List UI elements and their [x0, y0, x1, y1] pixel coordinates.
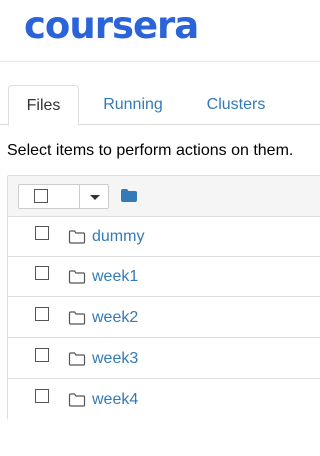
item-checkbox[interactable] — [35, 266, 49, 280]
caret-down-icon — [90, 195, 100, 200]
list-item[interactable]: dummy — [8, 217, 320, 257]
notebook-tabs: Files Running Clusters — [0, 85, 320, 126]
folder-icon — [68, 311, 86, 330]
folder-icon — [68, 270, 86, 289]
folder-link-week4[interactable]: week4 — [92, 390, 138, 410]
folder-link-dummy[interactable]: dummy — [92, 227, 144, 247]
file-list: dummy week1 week2 week3 week4 — [7, 175, 320, 420]
instructions-text: Select items to perform actions on them. — [7, 142, 294, 159]
folder-icon — [68, 393, 86, 412]
item-checkbox[interactable] — [35, 226, 49, 240]
item-checkbox[interactable] — [35, 307, 49, 321]
item-checkbox[interactable] — [35, 348, 49, 362]
list-header — [8, 176, 320, 217]
list-item[interactable]: week2 — [8, 298, 320, 338]
tab-running[interactable]: Running — [88, 85, 178, 125]
select-dropdown-button[interactable] — [79, 184, 109, 209]
folder-link-week3[interactable]: week3 — [92, 349, 138, 369]
list-item[interactable]: week3 — [8, 339, 320, 379]
folder-link-week2[interactable]: week2 — [92, 308, 138, 328]
list-item[interactable]: week4 — [8, 380, 320, 420]
folder-link-week1[interactable]: week1 — [92, 267, 138, 287]
coursera-logo[interactable]: coursera — [24, 4, 199, 48]
tab-files[interactable]: Files — [8, 85, 79, 126]
select-all-checkbox[interactable] — [34, 189, 48, 203]
tab-clusters[interactable]: Clusters — [190, 85, 282, 125]
item-checkbox[interactable] — [35, 389, 49, 403]
folder-solid-icon — [121, 189, 137, 207]
folder-icon — [68, 230, 86, 249]
select-all-button[interactable] — [18, 184, 80, 209]
list-item[interactable]: week1 — [8, 257, 320, 297]
folder-icon — [68, 352, 86, 371]
header-bar: coursera — [0, 0, 320, 62]
